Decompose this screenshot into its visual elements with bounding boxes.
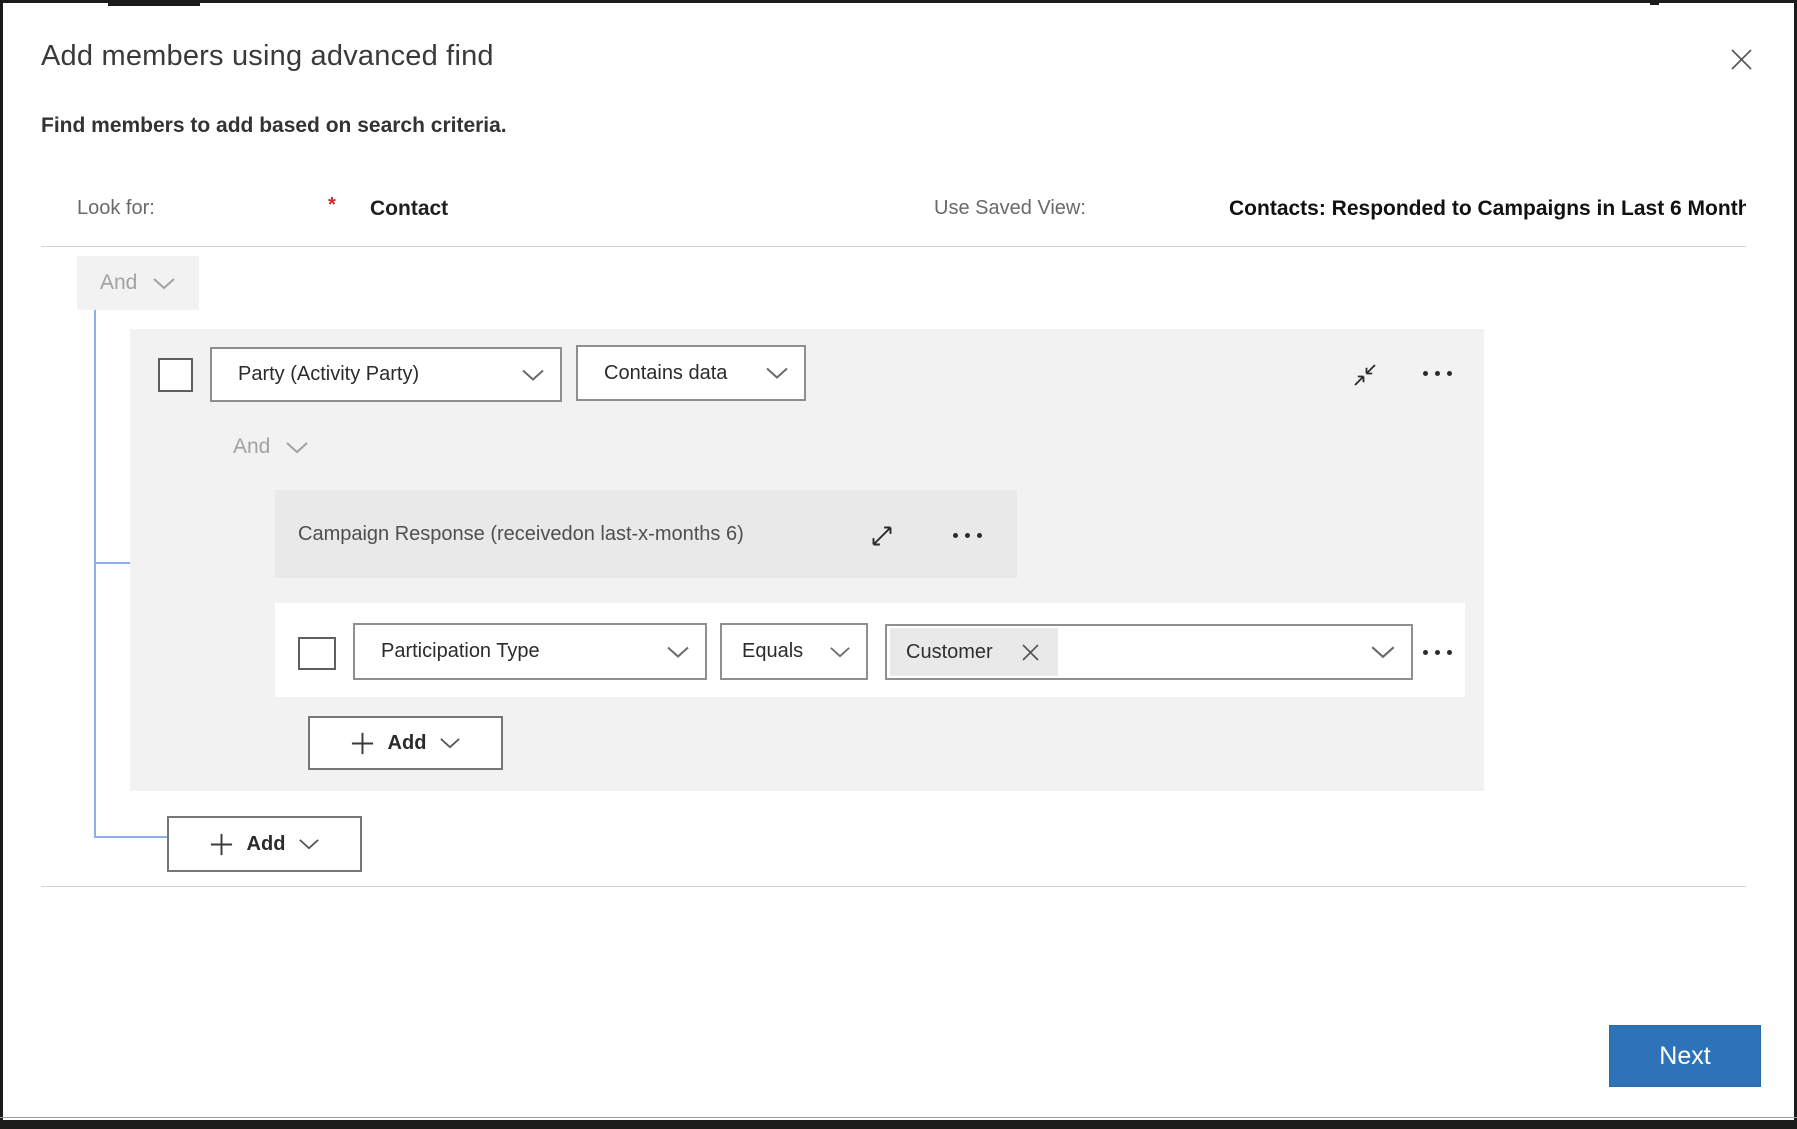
group-row-checkbox[interactable] bbox=[158, 358, 193, 392]
more-options-icon bbox=[1423, 650, 1428, 655]
connector-root-to-group bbox=[94, 562, 130, 564]
condition-row: Participation Type Equals Customer bbox=[275, 603, 1465, 697]
window-border-bottom bbox=[0, 1120, 1797, 1129]
chevron-down-icon bbox=[285, 441, 309, 454]
expand-related-row-button[interactable] bbox=[864, 518, 900, 554]
connector-root-to-add bbox=[94, 836, 167, 838]
dialog-subtitle: Find members to add based on search crit… bbox=[41, 114, 507, 138]
connector-root-vertical bbox=[94, 310, 96, 838]
condition-operator-select[interactable]: Equals bbox=[720, 623, 868, 680]
chevron-down-icon bbox=[521, 368, 545, 381]
saved-view-value[interactable]: Contacts: Responded to Campaigns in Last… bbox=[1229, 197, 1746, 221]
root-add-button[interactable]: Add bbox=[167, 816, 362, 872]
collapse-icon bbox=[1349, 359, 1381, 391]
look-for-value[interactable]: Contact bbox=[370, 197, 448, 221]
chevron-down-icon bbox=[765, 367, 789, 380]
window-border-top bbox=[0, 0, 1797, 3]
collapse-group-button[interactable] bbox=[1348, 358, 1382, 392]
window-border-left bbox=[0, 0, 3, 1129]
plus-icon bbox=[209, 832, 234, 857]
close-icon bbox=[1729, 47, 1754, 72]
more-options-icon bbox=[953, 533, 958, 538]
condition-field-select[interactable]: Participation Type bbox=[353, 623, 707, 680]
condition-more-options-button[interactable] bbox=[1423, 650, 1452, 655]
root-add-button-label: Add bbox=[247, 833, 286, 856]
required-marker: * bbox=[328, 194, 336, 217]
group-field-select[interactable]: Party (Activity Party) bbox=[210, 347, 562, 402]
chevron-down-icon bbox=[439, 737, 461, 749]
group-add-button-label: Add bbox=[388, 732, 427, 755]
group-add-button[interactable]: Add bbox=[308, 716, 503, 770]
chevron-down-icon bbox=[666, 645, 690, 658]
condition-field-select-value: Participation Type bbox=[381, 640, 540, 663]
value-tag-label: Customer bbox=[906, 641, 993, 664]
group-field-select-value: Party (Activity Party) bbox=[238, 363, 419, 386]
look-for-label: Look for: bbox=[77, 197, 155, 220]
plus-icon bbox=[350, 731, 375, 756]
window-border-bottom-line bbox=[0, 1117, 1797, 1118]
condition-value-combobox[interactable]: Customer bbox=[885, 624, 1413, 680]
dialog-title: Add members using advanced find bbox=[41, 40, 494, 73]
root-operator-label: And bbox=[100, 271, 137, 295]
remove-value-icon[interactable] bbox=[1021, 643, 1040, 662]
sub-operator-label: And bbox=[233, 435, 270, 459]
chevron-down-icon bbox=[298, 838, 320, 850]
condition-operator-select-value: Equals bbox=[742, 640, 803, 663]
group-more-options-button[interactable] bbox=[1423, 371, 1452, 376]
expand-icon bbox=[865, 519, 899, 553]
related-entity-row[interactable]: Campaign Response (receivedon last-x-mon… bbox=[275, 490, 1017, 578]
related-entity-label: Campaign Response (receivedon last-x-mon… bbox=[275, 523, 744, 546]
chevron-down-icon bbox=[829, 646, 851, 658]
chevron-down-icon bbox=[152, 277, 176, 290]
related-row-more-options-button[interactable] bbox=[953, 533, 982, 538]
chevron-down-icon[interactable] bbox=[1370, 645, 1396, 659]
group-operator-select-value: Contains data bbox=[604, 362, 727, 385]
window-border-top-notch-2 bbox=[1650, 0, 1659, 5]
saved-view-label: Use Saved View: bbox=[934, 197, 1086, 220]
add-members-dialog: Add members using advanced find Find mem… bbox=[0, 0, 1797, 1129]
value-tag: Customer bbox=[890, 628, 1058, 676]
sub-operator-dropdown[interactable]: And bbox=[225, 424, 335, 470]
root-operator-dropdown[interactable]: And bbox=[77, 256, 199, 310]
group-operator-select[interactable]: Contains data bbox=[576, 345, 806, 401]
window-border-top-notch bbox=[108, 0, 200, 6]
footer-divider bbox=[41, 886, 1746, 887]
condition-checkbox[interactable] bbox=[298, 637, 336, 670]
next-button[interactable]: Next bbox=[1609, 1025, 1761, 1087]
header-divider bbox=[41, 246, 1746, 247]
more-options-icon bbox=[1423, 371, 1428, 376]
close-button[interactable] bbox=[1722, 40, 1760, 78]
